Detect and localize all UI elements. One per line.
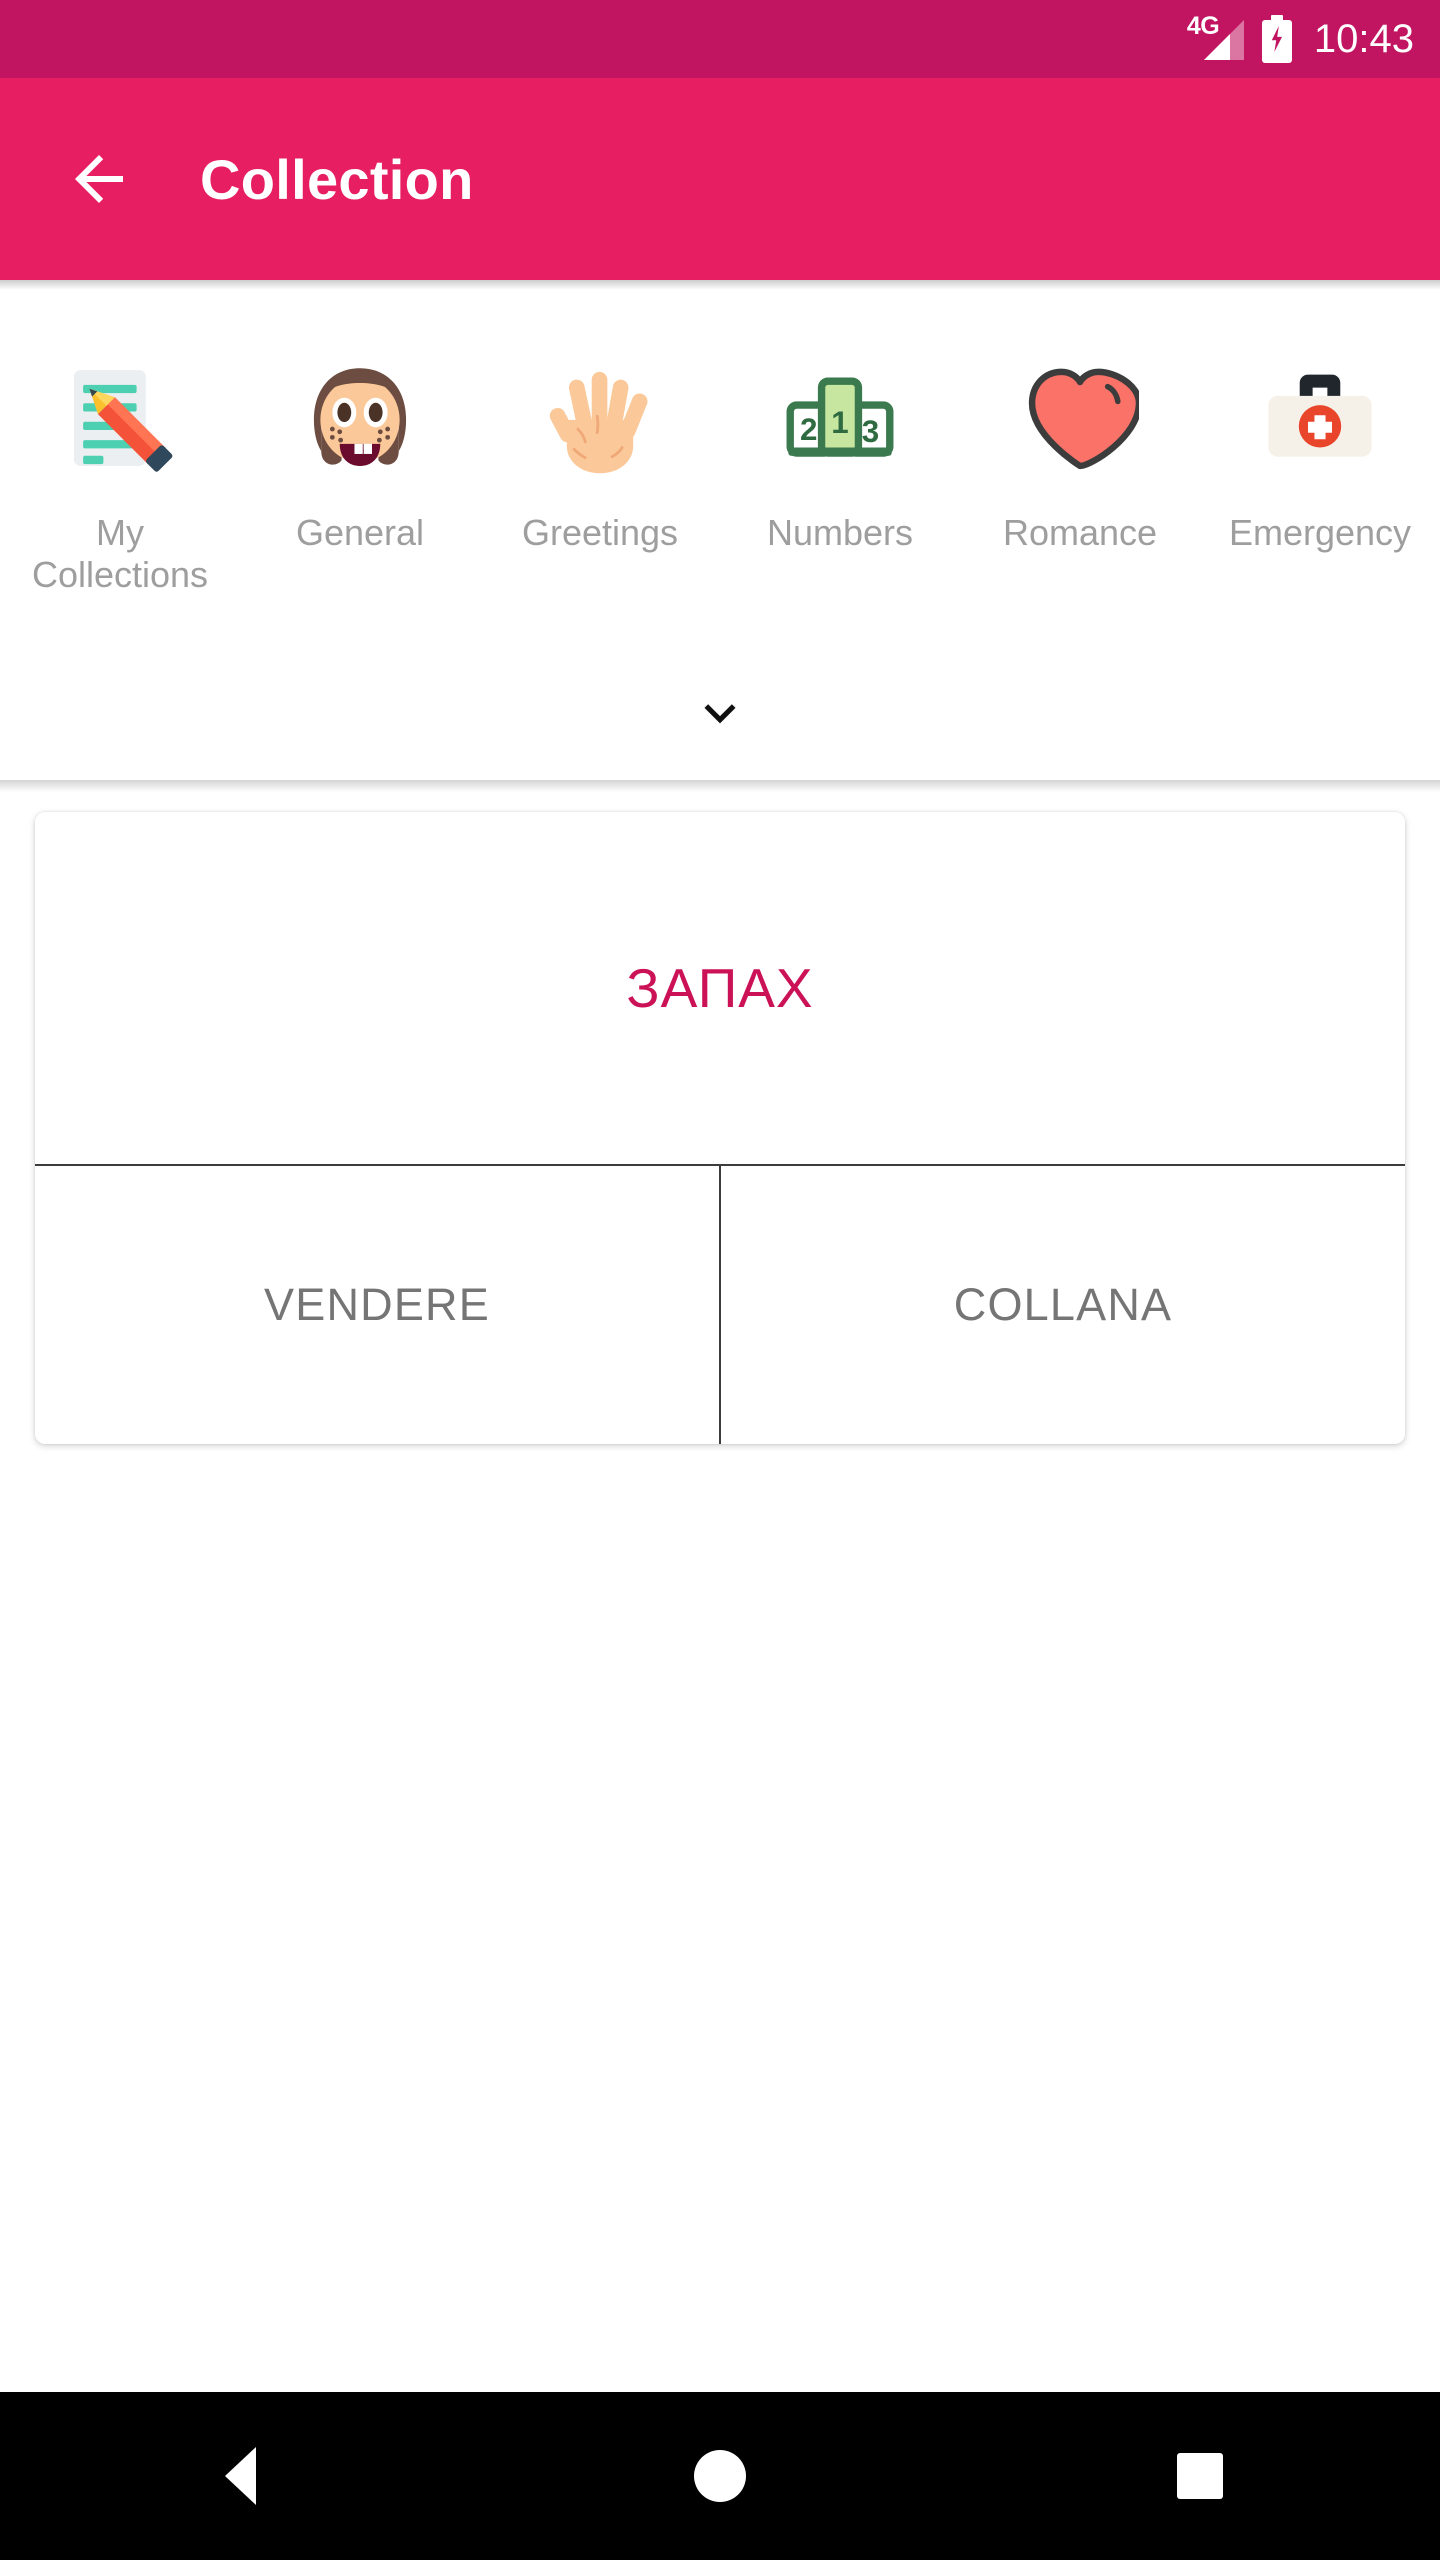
category-item-romance[interactable]: Romance [960,298,1200,597]
heart-icon [1000,338,1160,498]
status-bar-clock: 10:43 [1313,17,1414,61]
category-item-my-collections[interactable]: My Collections [0,298,240,597]
category-label: Emergency [1228,512,1412,553]
category-panel: My Collections General Greetings 2 1 3 N… [0,280,1440,780]
page-title: Collection [200,147,474,211]
answer-option-left[interactable]: VENDERE [35,1166,719,1444]
nav-back-button[interactable] [0,2392,480,2560]
svg-text:3: 3 [862,414,879,449]
status-bar: 4G 10:43 [0,0,1440,78]
first-aid-kit-icon [1240,338,1400,498]
app-bar: Collection [0,78,1440,280]
status-bar-right-cluster: 4G 10:43 [1186,14,1414,63]
category-panel-shadow [0,780,1440,792]
category-item-greetings[interactable]: Greetings [480,298,720,597]
flashcard-options: VENDERE COLLANA [35,1166,1405,1444]
answer-option-right-label: COLLANA [953,1279,1173,1330]
nav-home-button[interactable] [480,2392,960,2560]
chevron-down-icon [704,704,736,724]
expand-categories-button[interactable] [0,668,1440,758]
category-label: Romance [1002,512,1158,553]
arrow-left-icon [75,155,123,203]
back-button[interactable] [44,124,154,234]
category-label: Numbers [766,512,914,553]
battery-charging-icon [1261,15,1292,63]
svg-text:2: 2 [800,412,817,447]
signal-bars-filled [1203,34,1230,60]
signal-bars-icon: 4G [1186,14,1244,62]
girl-face-icon [280,338,440,498]
prompt-word: ЗАПАХ [626,957,814,1019]
category-label: Greetings [521,512,679,553]
svg-text:1: 1 [831,405,848,440]
flashcard-prompt-area: ЗАПАХ [35,812,1405,1164]
app-bar-shadow [0,280,1440,290]
nav-back-triangle-icon [224,2447,256,2505]
nav-recents-button[interactable] [960,2392,1440,2560]
category-item-general[interactable]: General [240,298,480,597]
nav-home-circle-icon [694,2450,746,2502]
answer-option-right[interactable]: COLLANA [721,1166,1405,1444]
category-item-emergency[interactable]: Emergency [1200,298,1440,597]
category-label: General [295,512,425,553]
category-row: My Collections General Greetings 2 1 3 N… [0,298,1440,597]
category-item-numbers[interactable]: 2 1 3 Numbers [720,298,960,597]
flashcard: ЗАПАХ VENDERE COLLANA [35,812,1405,1444]
podium-icon: 2 1 3 [760,338,920,498]
nav-recents-square-icon [1177,2453,1223,2499]
open-hand-icon [520,338,680,498]
android-navigation-bar [0,2392,1440,2560]
category-label: My Collections [31,512,209,596]
memo-pencil-icon [40,338,200,498]
answer-option-left-label: VENDERE [264,1279,490,1330]
